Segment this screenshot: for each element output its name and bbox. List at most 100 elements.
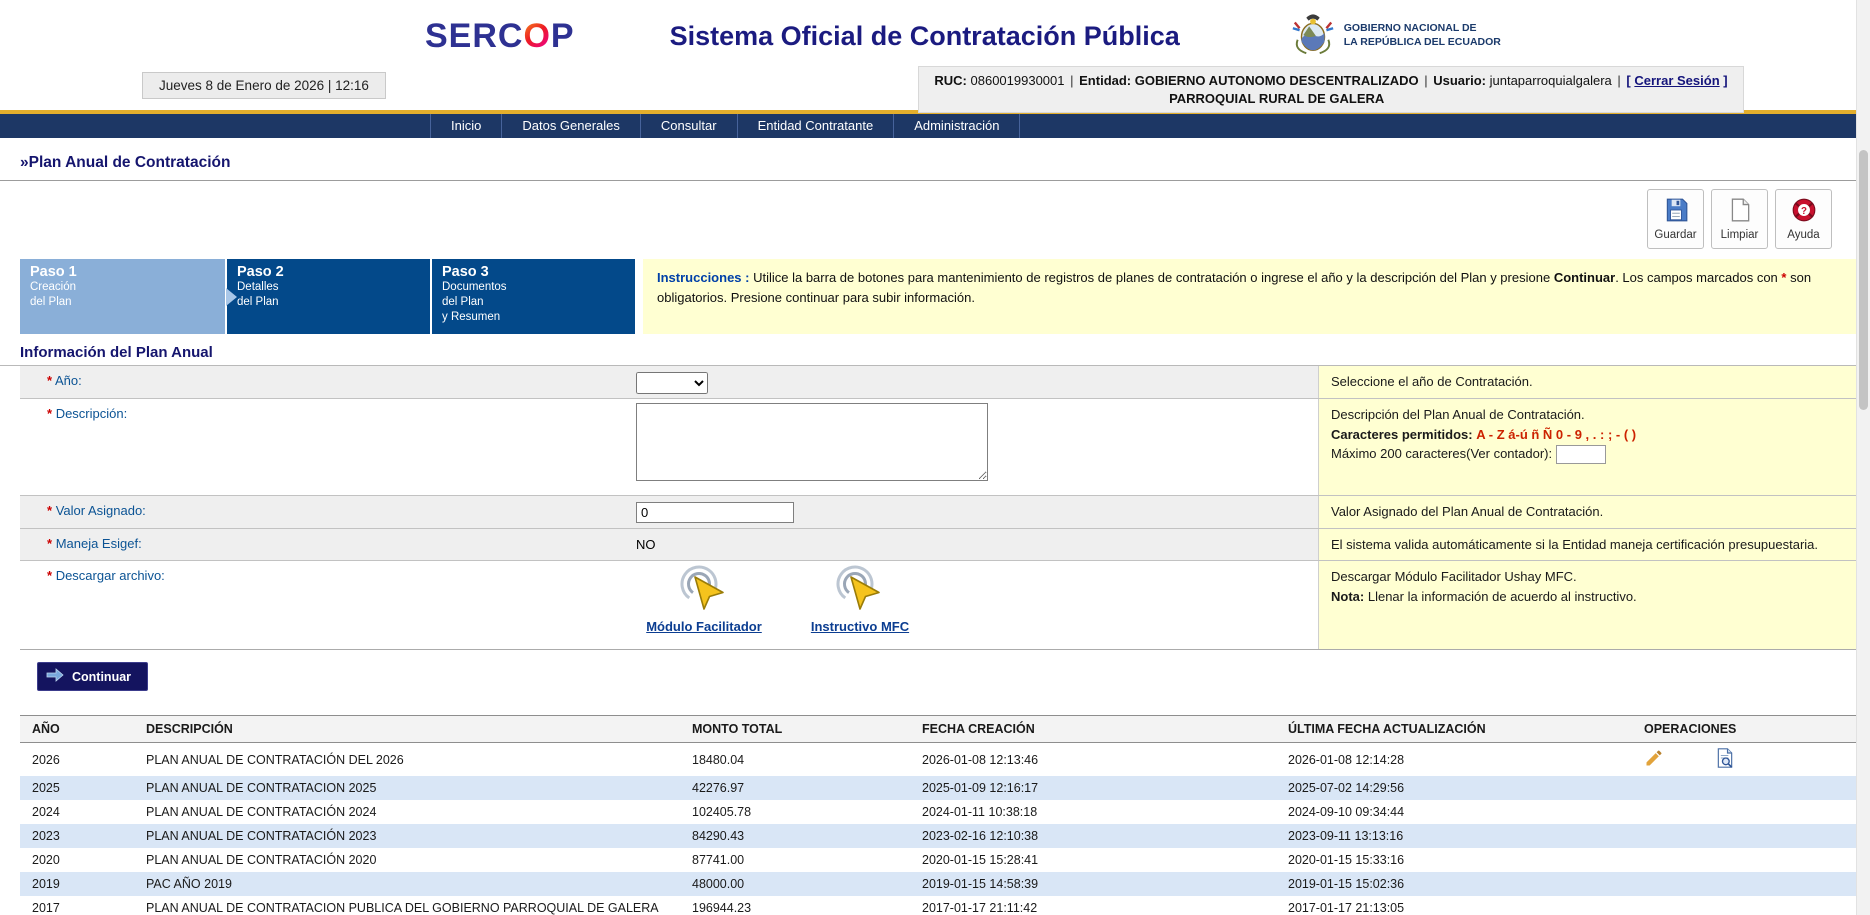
valor-input[interactable]: [636, 502, 794, 523]
cell-operaciones: [1636, 848, 1856, 872]
table-header-row: AÑO DESCRIPCIÓN MONTO TOTAL FECHA CREACI…: [20, 716, 1856, 743]
ayuda-button[interactable]: ? Ayuda: [1775, 189, 1832, 249]
valor-label: * Valor Asignado:: [20, 496, 636, 528]
esigef-value: NO: [636, 533, 656, 552]
pac-table-body: 2026 PLAN ANUAL DE CONTRATACIÓN DEL 2026…: [20, 743, 1856, 915]
cell-fecha-creacion: 2025-01-09 12:16:17: [914, 776, 1280, 800]
table-row: 2024 PLAN ANUAL DE CONTRATACIÓN 2024 102…: [20, 800, 1856, 824]
cell-monto-total: 42276.97: [684, 776, 914, 800]
limpiar-label: Limpiar: [1721, 229, 1759, 241]
nav-item-datos-generales[interactable]: Datos Generales: [501, 114, 640, 138]
plan-form: * Año: Seleccione el año de Contratación…: [20, 366, 1856, 650]
instructions-box: Instrucciones : Utilice la barra de boto…: [643, 259, 1856, 334]
nav-item-entidad-contratante[interactable]: Entidad Contratante: [737, 114, 894, 138]
separator: |: [1068, 73, 1075, 88]
col-descripcion: DESCRIPCIÓN: [138, 716, 684, 743]
nav-item-administracion[interactable]: Administración: [893, 114, 1020, 138]
anio-help: Seleccione el año de Contratación.: [1318, 366, 1856, 398]
cell-fecha-creacion: 2019-01-15 14:58:39: [914, 872, 1280, 896]
gov-text: GOBIERNO NACIONAL DE LA REPÚBLICA DEL EC…: [1344, 22, 1501, 49]
gov-text-line2: LA REPÚBLICA DEL ECUADOR: [1344, 36, 1501, 50]
form-row-descripcion: * Descripción: Descripción del Plan Anua…: [20, 398, 1856, 495]
vertical-scrollbar[interactable]: [1856, 0, 1870, 915]
cell-operaciones: [1636, 743, 1856, 777]
required-asterisk: *: [1781, 270, 1786, 285]
cell-fecha-actualizacion: 2024-09-10 09:34:44: [1280, 800, 1636, 824]
step-3-title: Paso 3: [442, 264, 625, 280]
pac-table: AÑO DESCRIPCIÓN MONTO TOTAL FECHA CREACI…: [20, 715, 1856, 915]
session-info: RUC: 0860019930001 | Entidad: GOBIERNO A…: [918, 66, 1744, 113]
nav-item-consultar[interactable]: Consultar: [640, 114, 737, 138]
toolbar: Guardar Limpiar: [1647, 189, 1832, 249]
continuar-button[interactable]: Continuar: [37, 662, 148, 691]
cell-descripcion: PLAN ANUAL DE CONTRATACIÓN DEL 2026: [138, 743, 684, 777]
descripcion-label: * Descripción:: [20, 399, 636, 495]
anio-select[interactable]: [636, 372, 708, 394]
cell-fecha-actualizacion: 2017-01-17 21:13:05: [1280, 896, 1636, 915]
main-nav: Inicio Datos Generales Consultar Entidad…: [0, 110, 1856, 138]
form-row-anio: * Año: Seleccione el año de Contratación…: [20, 366, 1856, 398]
nav-item-inicio[interactable]: Inicio: [430, 114, 501, 138]
gov-brand: GOBIERNO NACIONAL DE LA REPÚBLICA DEL EC…: [1290, 11, 1501, 62]
guardar-button[interactable]: Guardar: [1647, 189, 1704, 249]
instructivo-mfc-download[interactable]: Instructivo MFC: [794, 565, 926, 634]
descripcion-textarea[interactable]: [636, 403, 988, 481]
page-root: SERCOP Sistema Oficial de Contratación P…: [0, 0, 1870, 915]
report-view-icon[interactable]: [1715, 748, 1735, 771]
sercop-logo: SERCOP: [425, 17, 575, 56]
usuario-value: juntaparroquialgalera: [1490, 73, 1612, 88]
form-row-esigef: * Maneja Esigef: NO El sistema valida au…: [20, 528, 1856, 561]
step-3: Paso 3 Documentos del Plan y Resumen: [430, 259, 635, 334]
page-title-row: »Plan Anual de Contratación: [0, 138, 1856, 181]
esigef-label: * Maneja Esigef:: [20, 529, 636, 561]
sercop-logo-text-end: P: [551, 17, 575, 55]
modulo-facilitador-download[interactable]: Módulo Facilitador: [638, 565, 770, 634]
descargar-label: * Descargar archivo:: [20, 561, 636, 649]
edit-pencil-icon[interactable]: [1644, 748, 1664, 771]
sercop-logo-o: O: [523, 17, 550, 55]
cell-descripcion: PLAN ANUAL DE CONTRATACIÓN 2024: [138, 800, 684, 824]
esigef-help: El sistema valida automáticamente si la …: [1318, 529, 1856, 561]
cell-fecha-actualizacion: 2020-01-15 15:33:16: [1280, 848, 1636, 872]
step-2-title: Paso 2: [237, 264, 420, 280]
sercop-logo-text: SERC: [425, 17, 523, 55]
step-2: Paso 2 Detalles del Plan: [225, 259, 430, 334]
logout-link[interactable]: [ Cerrar Sesión ]: [1626, 73, 1727, 88]
instructivo-mfc-link[interactable]: Instructivo MFC: [811, 619, 909, 634]
arrow-right-icon: [46, 668, 64, 685]
cell-fecha-creacion: 2026-01-08 12:13:46: [914, 743, 1280, 777]
cell-fecha-actualizacion: 2019-01-15 15:02:36: [1280, 872, 1636, 896]
modulo-facilitador-link[interactable]: Módulo Facilitador: [646, 619, 762, 634]
separator: |: [1422, 73, 1429, 88]
cell-descripcion: PLAN ANUAL DE CONTRATACION 2025: [138, 776, 684, 800]
continuar-label: Continuar: [72, 670, 131, 684]
col-monto-total: MONTO TOTAL: [684, 716, 914, 743]
cell-fecha-actualizacion: 2023-09-11 13:13:16: [1280, 824, 1636, 848]
ecuador-coat-of-arms-icon: [1290, 11, 1336, 62]
app-header: SERCOP Sistema Oficial de Contratación P…: [0, 0, 1856, 66]
cell-monto-total: 48000.00: [684, 872, 914, 896]
page-title: »Plan Anual de Contratación: [20, 154, 1856, 172]
counter-input[interactable]: [1556, 445, 1606, 464]
toolbar-row: Guardar Limpiar: [0, 181, 1856, 259]
help-buoy-icon: ?: [1791, 197, 1817, 226]
cell-fecha-creacion: 2020-01-15 15:28:41: [914, 848, 1280, 872]
cell-fecha-creacion: 2024-01-11 10:38:18: [914, 800, 1280, 824]
scrollbar-thumb[interactable]: [1859, 150, 1868, 410]
ruc-value: 0860019930001: [971, 73, 1065, 88]
cell-operaciones: [1636, 800, 1856, 824]
datetime-display: Jueves 8 de Enero de 2026 | 12:16: [142, 72, 386, 99]
click-cursor-ripple-icon: [829, 565, 891, 618]
descargar-help: Descargar Módulo Facilitador Ushay MFC. …: [1318, 561, 1856, 649]
ayuda-label: Ayuda: [1787, 229, 1819, 241]
floppy-disk-icon: [1663, 197, 1689, 226]
cell-anio: 2024: [20, 800, 138, 824]
cell-descripcion: PLAN ANUAL DE CONTRATACIÓN 2023: [138, 824, 684, 848]
cell-descripcion: PAC AÑO 2019: [138, 872, 684, 896]
app-title: Sistema Oficial de Contratación Pública: [670, 21, 1180, 52]
limpiar-button[interactable]: Limpiar: [1711, 189, 1768, 249]
cell-descripcion: PLAN ANUAL DE CONTRATACIÓN 2020: [138, 848, 684, 872]
table-row: 2020 PLAN ANUAL DE CONTRATACIÓN 2020 877…: [20, 848, 1856, 872]
table-row: 2019 PAC AÑO 2019 48000.00 2019-01-15 14…: [20, 872, 1856, 896]
entidad-label: Entidad:: [1079, 73, 1131, 88]
